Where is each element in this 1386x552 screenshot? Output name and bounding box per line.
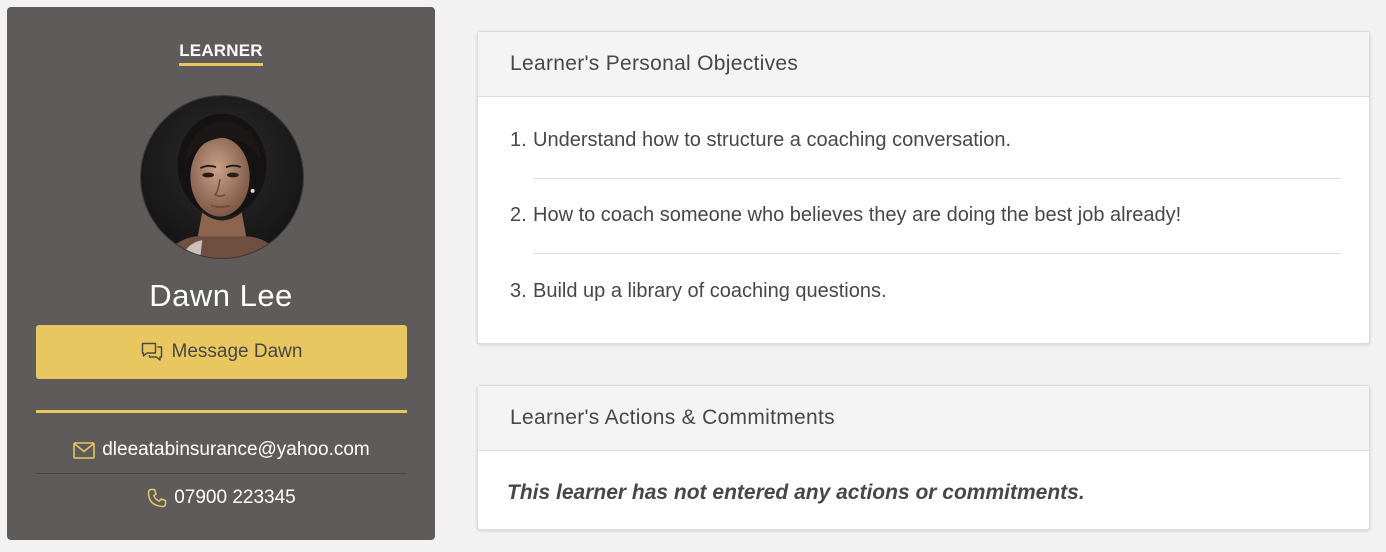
objective-number: 2.	[510, 204, 527, 226]
objective-separator	[533, 178, 1341, 179]
objectives-list: 1. Understand how to structure a coaching…	[478, 97, 1369, 343]
contact-separator	[36, 473, 407, 474]
email-row[interactable]: dleeatabinsurance@yahoo.com	[36, 435, 407, 465]
phone-icon	[147, 488, 167, 508]
avatar-photo	[141, 96, 303, 258]
message-button[interactable]: Message Dawn	[36, 325, 407, 379]
envelope-icon	[73, 441, 96, 459]
actions-panel-title: Learner's Actions & Commitments	[478, 386, 1369, 451]
phone-text[interactable]: 07900 223345	[174, 487, 296, 509]
email-text[interactable]: dleeatabinsurance@yahoo.com	[102, 439, 370, 461]
avatar	[140, 95, 304, 259]
actions-empty-message: This learner has not entered any actions…	[507, 481, 1085, 504]
objective-item: 3. Build up a library of coaching questio…	[510, 280, 1341, 303]
objective-separator	[533, 253, 1341, 254]
learner-name: Dawn Lee	[149, 278, 293, 313]
actions-panel: Learner's Actions & Commitments This lea…	[477, 385, 1370, 530]
divider	[36, 410, 407, 413]
objective-number: 3.	[510, 280, 527, 302]
chat-bubbles-icon	[141, 342, 163, 362]
message-button-label: Message Dawn	[171, 341, 303, 362]
objective-text: Build up a library of coaching questions…	[533, 280, 887, 302]
objective-number: 1.	[510, 129, 527, 151]
learner-card: LEARNER Dawn Lee Message Dawn dleeatabin…	[7, 7, 435, 540]
learner-label: LEARNER	[7, 41, 435, 66]
objective-text: How to coach someone who believes they a…	[533, 204, 1182, 226]
objective-item: 1. Understand how to structure a coaching…	[510, 129, 1341, 152]
objectives-panel-title: Learner's Personal Objectives	[478, 32, 1369, 97]
objectives-panel: Learner's Personal Objectives 1. Understa…	[477, 31, 1370, 344]
learner-label-text: LEARNER	[179, 41, 263, 66]
phone-row[interactable]: 07900 223345	[36, 483, 407, 513]
objective-item: 2. How to coach someone who believes they…	[510, 204, 1341, 227]
objective-text: Understand how to structure a coaching c…	[533, 129, 1012, 151]
